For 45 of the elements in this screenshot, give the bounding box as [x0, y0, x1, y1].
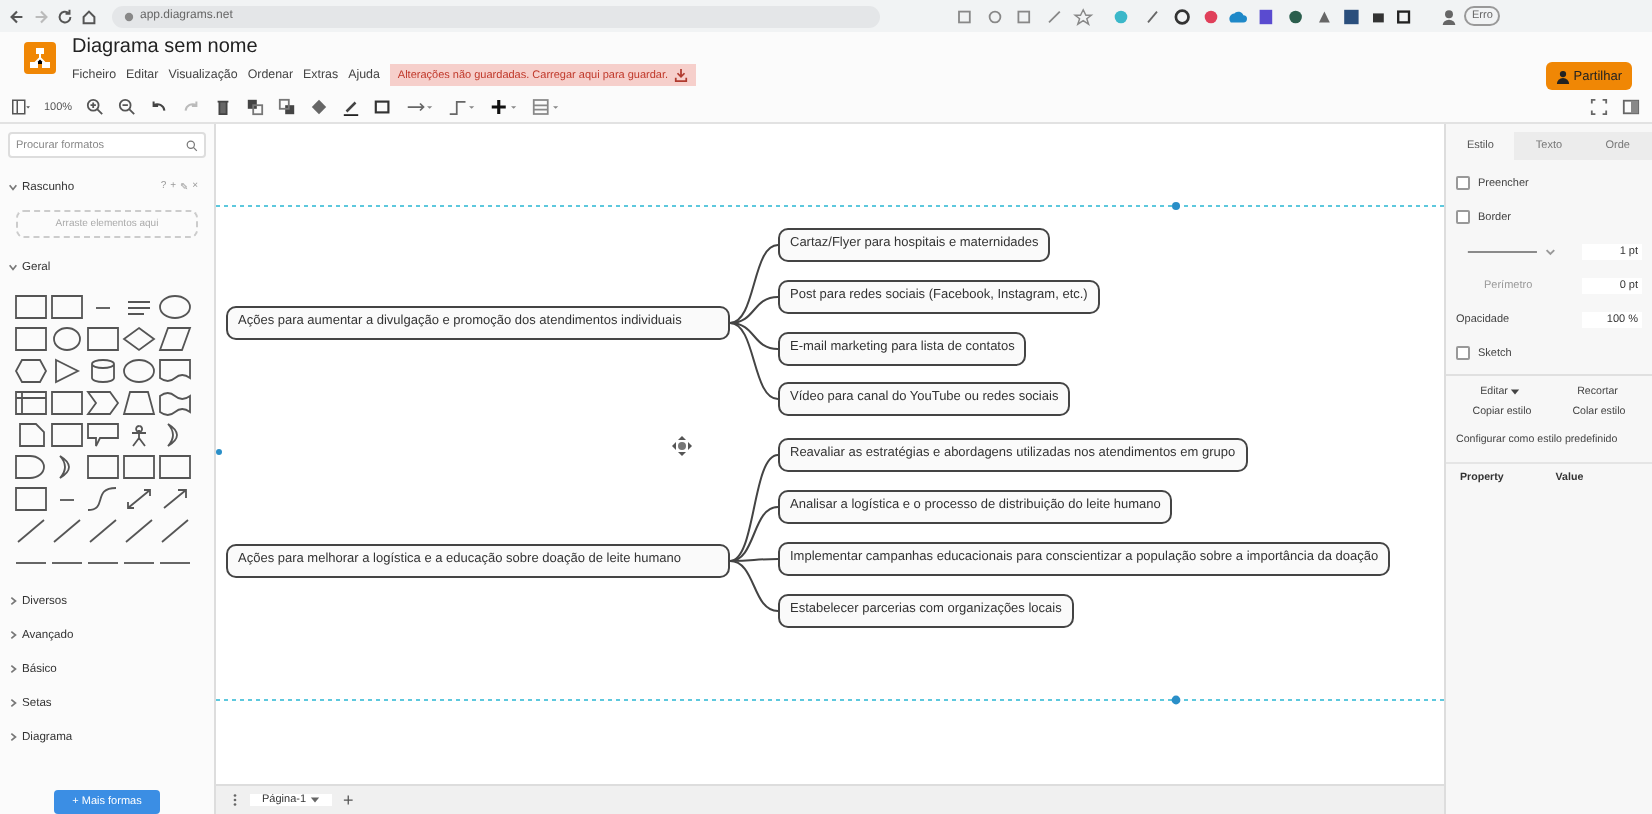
- fullscreen-icon[interactable]: [1590, 98, 1608, 116]
- move-cursor-icon: [672, 436, 692, 456]
- pages-menu-icon[interactable]: [232, 792, 238, 808]
- waypoints-icon[interactable]: [448, 98, 477, 116]
- selection-handle[interactable]: [1172, 202, 1180, 210]
- caret-icon: [309, 795, 320, 804]
- to-front-icon[interactable]: [246, 98, 265, 116]
- diagram-title[interactable]: Diagrama sem nome: [72, 36, 697, 60]
- connector-line[interactable]: [729, 322, 779, 400]
- connector-line[interactable]: [729, 322, 779, 350]
- border-checkbox[interactable]: [1456, 210, 1470, 224]
- fill-color-icon[interactable]: [310, 98, 329, 116]
- line-color-icon[interactable]: [342, 98, 361, 116]
- profile-avatar-icon[interactable]: [1440, 7, 1458, 25]
- delete-icon[interactable]: [214, 98, 233, 116]
- app-logo-icon: [24, 42, 56, 74]
- connector-line[interactable]: [729, 506, 779, 562]
- reload-icon[interactable]: [56, 7, 74, 25]
- format-panel-toggle-icon[interactable]: [1622, 98, 1640, 116]
- caret-icon: [1510, 387, 1521, 396]
- selection-handle[interactable]: [1171, 695, 1181, 705]
- to-back-icon[interactable]: [278, 98, 297, 116]
- add-page-button[interactable]: +: [343, 791, 354, 809]
- selection-handle[interactable]: [216, 449, 222, 455]
- fill-checkbox[interactable]: [1456, 176, 1470, 190]
- home-icon[interactable]: [80, 7, 98, 25]
- connector-line[interactable]: [729, 560, 779, 612]
- connector-line[interactable]: [729, 454, 779, 562]
- zoom-out-icon[interactable]: [118, 98, 137, 116]
- shadow-icon[interactable]: [374, 98, 393, 116]
- search-icon: [186, 139, 198, 151]
- connector-line[interactable]: [729, 296, 779, 324]
- undo-icon[interactable]: [150, 98, 169, 116]
- connector-line[interactable]: [729, 244, 779, 324]
- sketch-checkbox[interactable]: [1456, 346, 1470, 360]
- back-icon[interactable]: [8, 7, 26, 25]
- person-icon: [1555, 69, 1570, 83]
- sidebar-toggle-icon[interactable]: [12, 98, 30, 116]
- line-style-dropdown[interactable]: [1464, 245, 1560, 257]
- connection-icon[interactable]: [406, 98, 435, 116]
- lock-icon: [124, 11, 134, 21]
- zoom-in-icon[interactable]: [86, 98, 105, 116]
- download-icon: [674, 68, 689, 82]
- insert-plus-icon[interactable]: [490, 98, 519, 116]
- table-icon[interactable]: [532, 98, 561, 116]
